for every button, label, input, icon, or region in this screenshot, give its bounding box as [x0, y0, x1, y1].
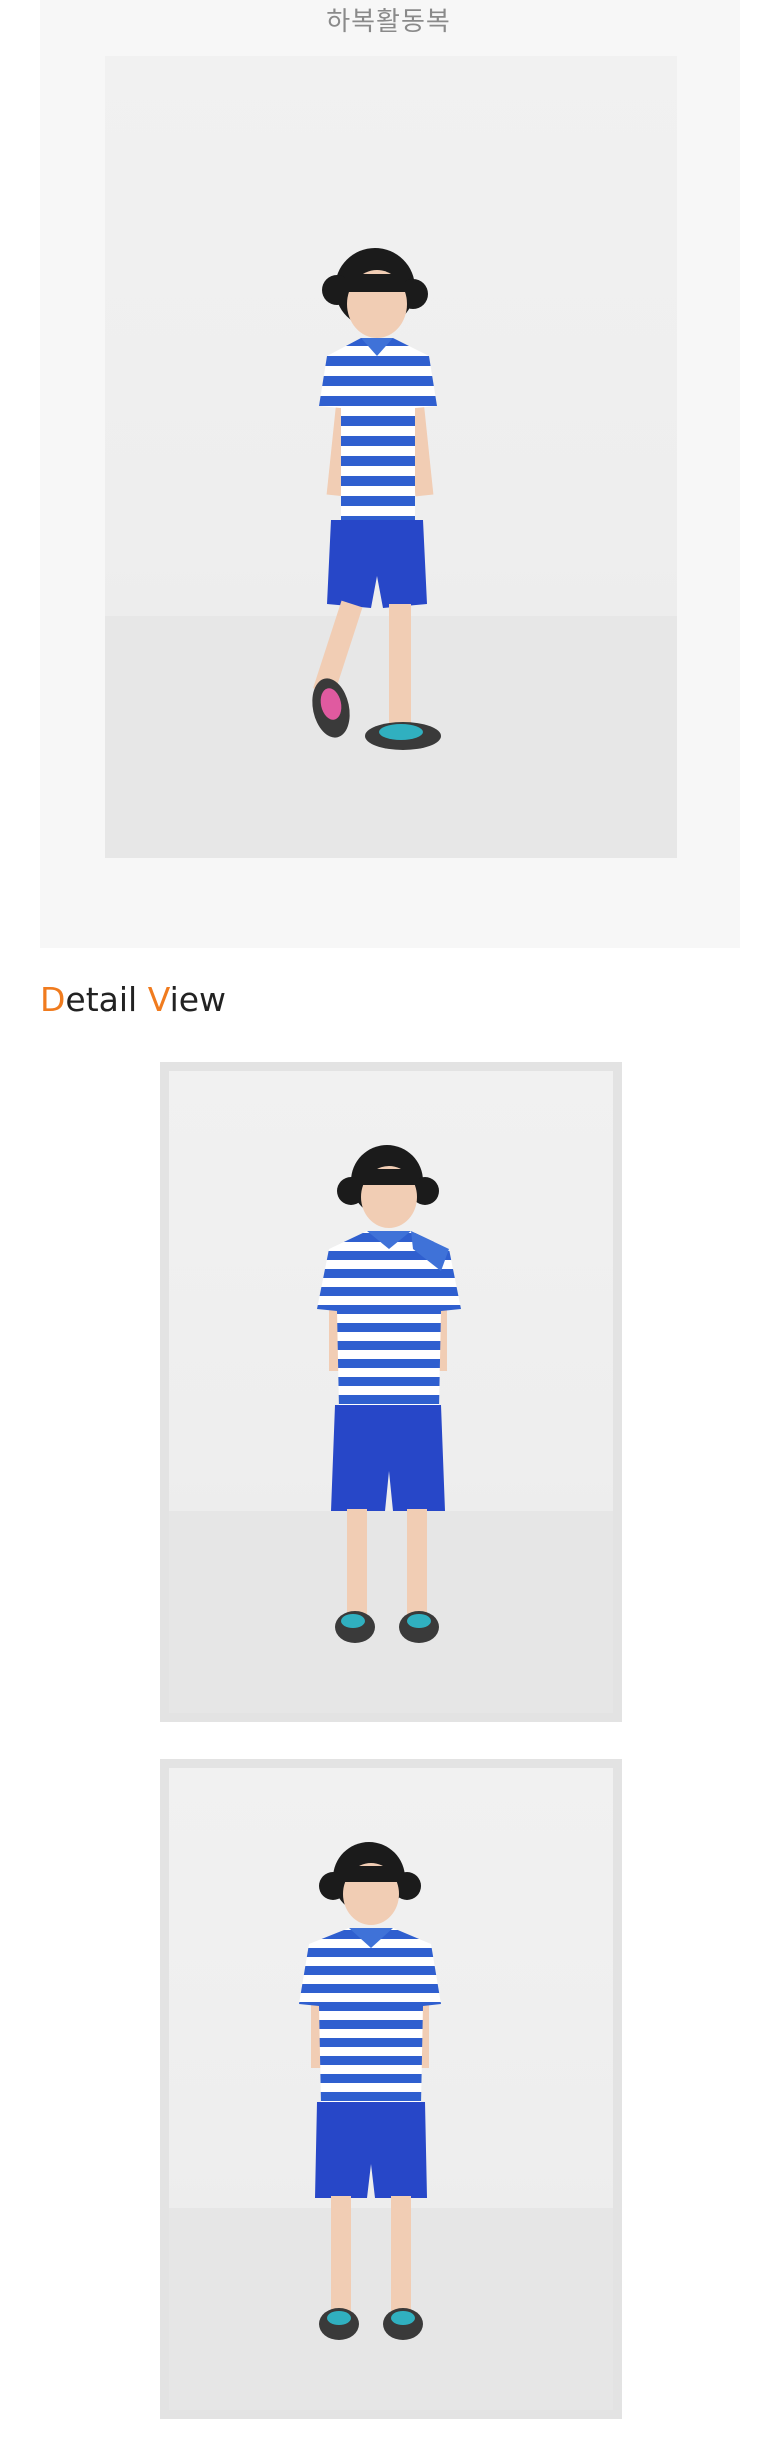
heading-text: iew — [169, 980, 227, 1019]
detail-photo-2 — [169, 1768, 613, 2410]
detail-photo-1 — [169, 1071, 613, 1713]
child-figure-illustration — [169, 1145, 613, 1713]
child-figure-illustration — [169, 1842, 613, 2410]
section-title: 하복활동복 — [326, 7, 451, 37]
heading-accent-letter: V — [147, 980, 170, 1019]
product-photo-main — [105, 56, 677, 858]
heading-accent-letter: D — [40, 980, 66, 1019]
detail-view-heading: Detail View — [40, 978, 226, 1022]
detail-photo-frame — [160, 1759, 622, 2419]
detail-photo-frame — [160, 1062, 622, 1722]
child-figure-illustration — [105, 248, 677, 858]
heading-text: etail — [65, 980, 148, 1019]
